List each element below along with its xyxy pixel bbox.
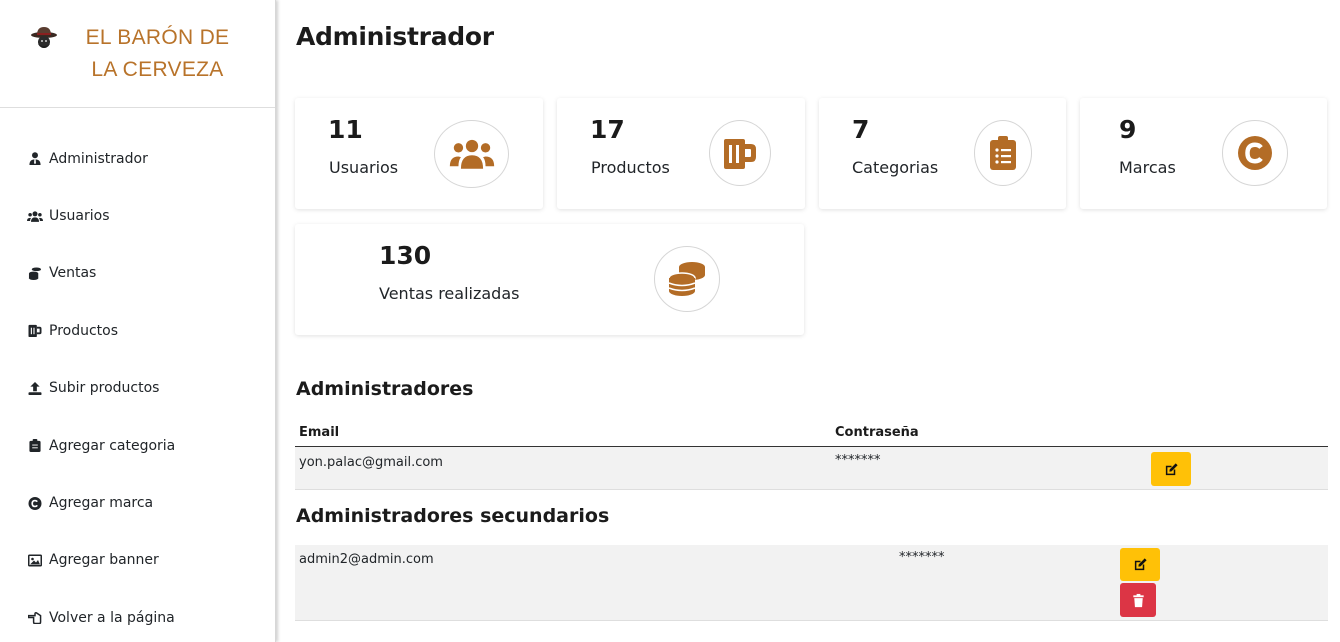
edit-icon	[1165, 462, 1178, 475]
sidebar-item-productos[interactable]: Productos	[0, 302, 275, 359]
sidebar-item-volver[interactable]: Volver a la página	[0, 589, 275, 642]
sidebar-item-label: Agregar banner	[49, 552, 159, 569]
sidebar-item-label: Volver a la página	[49, 609, 175, 626]
sidebar-item-label: Usuarios	[49, 208, 110, 225]
beer-mug-icon	[27, 324, 43, 338]
users-icon	[27, 209, 43, 223]
sidebar-item-label: Ventas	[49, 265, 97, 282]
delete-admin-button[interactable]	[1120, 583, 1156, 617]
image-icon	[27, 553, 43, 567]
sidebar-item-label: Administrador	[49, 150, 148, 167]
table-row: yon.palac@gmail.com *******	[295, 447, 1328, 490]
sidebar-item-subir-productos[interactable]: Subir productos	[0, 360, 275, 417]
stat-label: Productos	[591, 158, 670, 177]
sidebar-item-agregar-banner[interactable]: Agregar banner	[0, 532, 275, 589]
beer-mug-icon	[709, 120, 771, 186]
edit-admin-button[interactable]	[1120, 548, 1160, 581]
sidebar-nav: Administrador Usuarios Ventas Productos …	[0, 108, 275, 642]
email-column-header: Email	[299, 425, 340, 440]
coins-icon	[654, 246, 720, 312]
sidebar-item-label: Agregar marca	[49, 495, 154, 512]
admins-table: Email Contraseña yon.palac@gmail.com ***…	[295, 420, 1328, 490]
table-row: admin2@admin.com *******	[295, 545, 1328, 621]
sidebar: EL BARÓN DE LA CERVEZA Administrador Usu…	[0, 0, 276, 642]
admin-password: *******	[835, 453, 881, 468]
users-icon	[434, 120, 509, 188]
stat-label: Ventas realizadas	[379, 284, 520, 303]
stat-value: 17	[590, 115, 625, 144]
sidebar-item-agregar-marca[interactable]: Agregar marca	[0, 474, 275, 531]
secondary-admins-table: admin2@admin.com *******	[295, 545, 1328, 621]
password-column-header: Contraseña	[835, 425, 919, 440]
secondary-admins-section-title: Administradores secundarios	[296, 505, 610, 527]
main-content: Administrador 11 Usuarios 17 Productos 7…	[295, 0, 1328, 642]
stat-value: 9	[1119, 115, 1137, 144]
stat-label: Marcas	[1119, 158, 1176, 177]
clipboard-list-icon	[974, 120, 1032, 186]
stat-value: 130	[379, 241, 432, 270]
brand-name: EL BARÓN DE LA CERVEZA	[85, 26, 230, 81]
stat-card-productos[interactable]: 17 Productos	[557, 98, 805, 209]
sidebar-item-administrador[interactable]: Administrador	[0, 130, 275, 187]
baron-hat-logo-icon	[30, 27, 57, 48]
sidebar-item-label: Subir productos	[49, 380, 160, 397]
copyright-icon	[27, 496, 43, 510]
stat-label: Usuarios	[329, 158, 399, 177]
stat-card-categorias[interactable]: 7 Categorias	[819, 98, 1066, 209]
edit-icon	[1134, 558, 1147, 571]
coins-icon	[27, 266, 43, 280]
admins-section-title: Administradores	[296, 378, 474, 400]
stat-card-marcas[interactable]: 9 Marcas	[1080, 98, 1327, 209]
stat-value: 11	[328, 115, 363, 144]
brand[interactable]: EL BARÓN DE LA CERVEZA	[0, 0, 275, 108]
clipboard-icon	[27, 439, 43, 453]
sidebar-item-label: Productos	[49, 322, 119, 339]
hand-point-left-icon	[27, 611, 43, 625]
stat-label: Categorias	[852, 158, 939, 177]
trash-icon	[1132, 593, 1144, 607]
user-tie-icon	[27, 152, 43, 166]
sidebar-item-agregar-categoria[interactable]: Agregar categoria	[0, 417, 275, 474]
admin-email: yon.palac@gmail.com	[299, 455, 443, 470]
sidebar-item-usuarios[interactable]: Usuarios	[0, 187, 275, 244]
edit-admin-button[interactable]	[1151, 452, 1191, 486]
sidebar-item-ventas[interactable]: Ventas	[0, 245, 275, 302]
stat-card-ventas[interactable]: 130 Ventas realizadas	[295, 224, 804, 335]
admin-email: admin2@admin.com	[299, 552, 434, 567]
sidebar-item-label: Agregar categoria	[49, 437, 176, 454]
page-title: Administrador	[296, 22, 494, 51]
stat-value: 7	[852, 115, 870, 144]
copyright-icon	[1222, 120, 1288, 186]
admin-password: *******	[899, 550, 945, 565]
stat-card-usuarios[interactable]: 11 Usuarios	[295, 98, 543, 209]
upload-icon	[27, 381, 43, 395]
